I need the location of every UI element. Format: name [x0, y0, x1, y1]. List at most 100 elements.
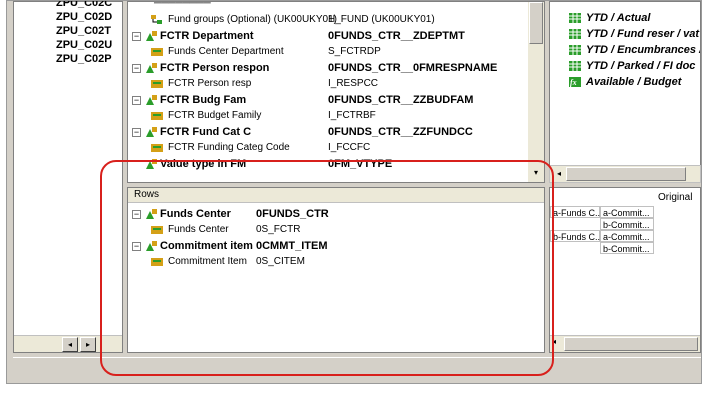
scroll-left-icon[interactable]: ◂: [552, 337, 556, 346]
preview-cell: a-Commit...: [600, 206, 654, 218]
list-item[interactable]: ZPU_C02P: [22, 52, 112, 66]
attribute-icon: [151, 258, 163, 266]
tree-label: FCTR Budget Family: [168, 110, 262, 121]
collapse-icon[interactable]: −: [132, 32, 141, 41]
rows-pane: Rows − Funds Center 0FUNDS_CTR Funds Cen…: [127, 187, 545, 353]
rows-header: Rows: [128, 188, 544, 203]
preview-cell: a-Commit...: [600, 230, 654, 242]
tree-label: FCTR Budg Fam: [160, 94, 247, 106]
row-value: 0CMMT_ITEM: [256, 240, 328, 252]
attribute-icon: [151, 144, 163, 152]
tree-value: S_FCTRDP: [328, 46, 381, 57]
attribute-icon: [151, 80, 163, 88]
tree-label: FCTR Fund Cat C: [160, 126, 252, 138]
preview-cell: a-Funds C...: [550, 206, 603, 218]
tree-row[interactable]: − FCTR Department 0FUNDS_CTR__ZDEPTMT: [128, 28, 538, 44]
row-value: 0FUNDS_CTR: [256, 208, 329, 220]
row-label: Funds Center: [160, 208, 231, 220]
row-label: Funds Center: [168, 224, 229, 235]
tree-value: 0FUNDS_CTR__ZZFUNDCC: [328, 126, 473, 138]
characteristic-icon: [146, 209, 157, 219]
row-item[interactable]: Commitment Item 0S_CITEM: [128, 254, 538, 270]
row-item[interactable]: Funds Center 0S_FCTR: [128, 222, 538, 238]
key-figure-item[interactable]: YTD / Actual: [569, 10, 650, 26]
characteristic-icon: [146, 127, 157, 137]
attribute-icon: [151, 226, 163, 234]
preview-column-header: Original: [658, 192, 693, 203]
row-label: Commitment item: [160, 240, 253, 252]
scroll-down-icon[interactable]: ▾: [529, 166, 543, 180]
tree-label: FCTR Funding Categ Code: [168, 142, 290, 153]
tree-value: 0FUNDS_CTR__ZZBUDFAM: [328, 94, 474, 106]
svg-text:fx: fx: [570, 78, 577, 87]
infoprovider-list: ZPU_C02C ZPU_C02D ZPU_C02T ZPU_C02U ZPU_…: [22, 1, 112, 66]
row-value: 0S_CITEM: [256, 256, 305, 267]
collapse-icon[interactable]: −: [132, 128, 141, 137]
key-figure-icon: [569, 13, 581, 23]
key-figure-icon: [569, 45, 581, 55]
attribute-icon: [151, 112, 163, 120]
list-item[interactable]: ZPU_C02T: [22, 24, 112, 38]
tree-row[interactable]: FCTR Budget Family I_FCTRBF: [128, 108, 538, 124]
collapse-icon[interactable]: −: [132, 96, 141, 105]
list-item[interactable]: ZPU_C02C: [22, 1, 112, 10]
query-designer-window: ZPU_C02C ZPU_C02D ZPU_C02T ZPU_C02U ZPU_…: [6, 0, 702, 384]
tree-row[interactable]: − FCTR Budg Fam 0FUNDS_CTR__ZZBUDFAM: [128, 92, 538, 108]
tree-row[interactable]: − FCTR Fund Cat C 0FUNDS_CTR__ZZFUNDCC: [128, 124, 538, 140]
tree-value: H_FUND (UK00UKY01): [328, 14, 435, 25]
collapse-icon[interactable]: −: [132, 242, 141, 251]
tree-row-partial: ────────: [154, 1, 211, 9]
infoprovider-list-pane: ZPU_C02C ZPU_C02D ZPU_C02T ZPU_C02U ZPU_…: [13, 1, 123, 353]
characteristic-icon: [146, 159, 157, 169]
row-label: Commitment Item: [168, 256, 247, 267]
scroll-thumb[interactable]: [529, 2, 543, 44]
scroll-left-icon[interactable]: ◂: [62, 337, 78, 352]
tree-value: 0FUNDS_CTR__0FMRESPNAME: [328, 62, 498, 74]
formula-icon: fx: [569, 77, 581, 87]
key-figure-icon: [569, 29, 581, 39]
tree-value: I_FCCFC: [328, 142, 371, 153]
key-figures-pane: YTD / Actual YTD / Fund reser / vat YTD …: [549, 1, 701, 183]
characteristic-icon: [146, 63, 157, 73]
list-item[interactable]: ZPU_C02D: [22, 10, 112, 24]
scroll-thumb[interactable]: [566, 167, 686, 181]
collapse-icon[interactable]: −: [132, 64, 141, 73]
key-figure-item[interactable]: YTD / Parked / FI doc: [569, 58, 695, 74]
scroll-right-icon[interactable]: ▸: [80, 337, 96, 352]
scroll-thumb[interactable]: [564, 337, 698, 351]
horizontal-scrollbar[interactable]: ◂ ▸: [14, 335, 122, 352]
tree-row[interactable]: FCTR Person resp I_RESPCC: [128, 76, 538, 92]
horizontal-scrollbar[interactable]: ◂: [549, 165, 701, 183]
tree-label: Fund groups (Optional) (UK00UKY01): [168, 14, 337, 25]
hierarchy-icon: [151, 15, 162, 24]
status-bar: [13, 357, 701, 381]
list-item[interactable]: ZPU_C02U: [22, 38, 112, 52]
tree-label: Value type in FM: [160, 158, 247, 170]
horizontal-scrollbar[interactable]: ◂: [550, 335, 700, 352]
key-figure-item[interactable]: YTD / Fund reser / vat: [569, 26, 699, 42]
tree-value: I_FCTRBF: [328, 110, 376, 121]
attribute-icon: [151, 48, 163, 56]
key-figure-icon: [569, 61, 581, 71]
row-value: 0S_FCTR: [256, 224, 301, 235]
characteristic-icon: [146, 95, 157, 105]
preview-cell: b-Funds C...: [550, 230, 603, 242]
tree-row[interactable]: FCTR Funding Categ Code I_FCCFC: [128, 140, 538, 156]
tree-value: 0FM_VTYPE: [328, 158, 393, 170]
tree-label: Funds Center Department: [168, 46, 284, 57]
tree-value: I_RESPCC: [328, 78, 379, 89]
tree-row[interactable]: Funds Center Department S_FCTRDP: [128, 44, 538, 60]
preview-cell: b-Commit...: [600, 242, 654, 254]
key-figure-item[interactable]: fx Available / Budget: [569, 74, 681, 90]
row-item[interactable]: − Commitment item 0CMMT_ITEM: [128, 238, 538, 254]
tree-label: FCTR Person resp: [168, 78, 252, 89]
scroll-left-icon[interactable]: ◂: [552, 167, 566, 181]
tree-row[interactable]: Fund groups (Optional) (UK00UKY01) H_FUN…: [128, 12, 538, 28]
key-figure-item[interactable]: YTD / Encumbrances /: [569, 42, 700, 58]
tree-row[interactable]: − FCTR Person respon 0FUNDS_CTR__0FMRESP…: [128, 60, 538, 76]
vertical-scrollbar[interactable]: ▾: [528, 2, 544, 182]
characteristics-tree: ──────── Fund groups (Optional) (UK00UKY…: [127, 1, 545, 183]
row-item[interactable]: − Funds Center 0FUNDS_CTR: [128, 206, 538, 222]
tree-row[interactable]: Value type in FM 0FM_VTYPE: [128, 156, 538, 172]
collapse-icon[interactable]: −: [132, 210, 141, 219]
